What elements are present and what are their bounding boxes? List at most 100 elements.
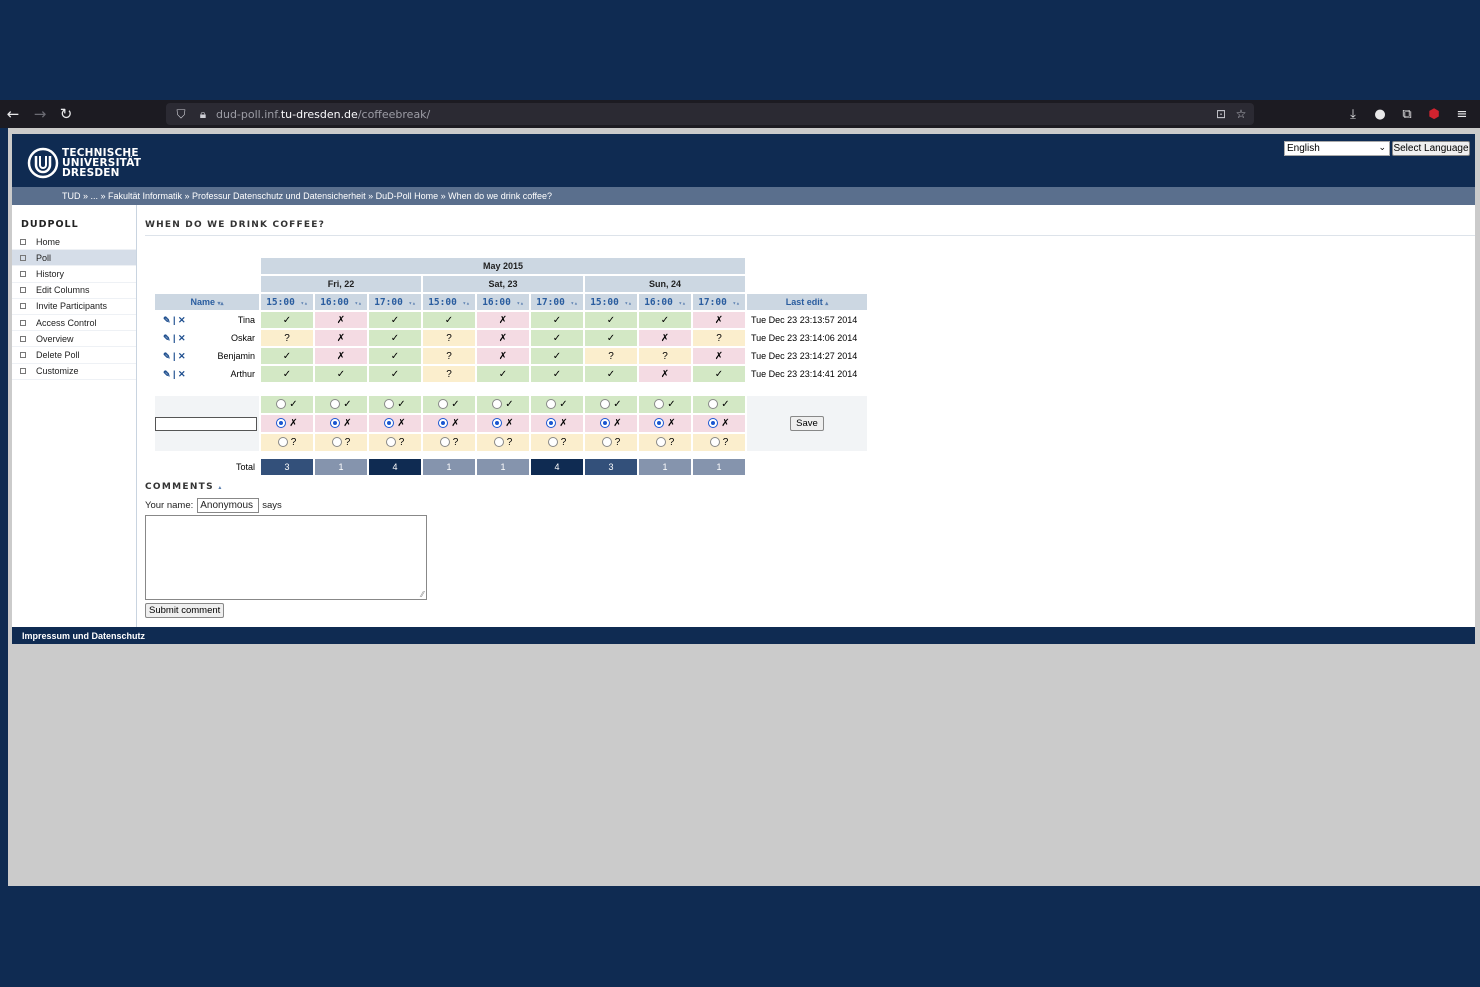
sidebar-item-overview[interactable]: Overview [12, 331, 136, 348]
option-no-cell[interactable]: ✗ [315, 415, 367, 432]
time-column-header[interactable]: 15:00 ▾▴ [423, 294, 475, 310]
option-maybe-cell[interactable]: ? [639, 434, 691, 451]
radio-button[interactable] [331, 437, 342, 448]
reload-icon[interactable]: ↻ [53, 101, 79, 127]
sort-arrows-icon[interactable]: ▾▴ [218, 301, 224, 307]
option-maybe-cell[interactable]: ? [531, 434, 583, 451]
sort-arrows-icon[interactable]: ▾▴ [625, 300, 632, 307]
download-icon[interactable]: ⤓ [1342, 103, 1364, 125]
sort-arrows-icon[interactable]: ▾▴ [409, 300, 416, 307]
option-maybe-cell[interactable]: ? [693, 434, 745, 451]
option-no-cell[interactable]: ✗ [261, 415, 313, 432]
sidebar-item-invite-participants[interactable]: Invite Participants [12, 299, 136, 315]
radio-button[interactable] [384, 418, 395, 429]
time-column-header[interactable]: 16:00 ▾▴ [477, 294, 529, 310]
option-maybe-cell[interactable]: ? [369, 434, 421, 451]
radio-button[interactable] [708, 418, 719, 429]
menu-icon[interactable]: ≡ [1451, 103, 1473, 125]
option-no-cell[interactable]: ✗ [639, 415, 691, 432]
radio-button[interactable] [385, 437, 396, 448]
radio-button[interactable] [708, 399, 719, 410]
time-column-header[interactable]: 15:00 ▾▴ [261, 294, 313, 310]
sidebar-item-home[interactable]: Home [12, 234, 136, 251]
time-column-header[interactable]: 17:00 ▾▴ [369, 294, 421, 310]
sidebar-item-poll[interactable]: Poll [12, 250, 136, 267]
option-maybe-cell[interactable]: ? [315, 434, 367, 451]
option-yes-cell[interactable]: ✓ [261, 396, 313, 413]
sidebar-item-delete-poll[interactable]: Delete Poll [12, 347, 136, 364]
option-yes-cell[interactable]: ✓ [315, 396, 367, 413]
footer-link[interactable]: Impressum und Datenschutz [12, 627, 1475, 644]
radio-button[interactable] [330, 418, 341, 429]
radio-button[interactable] [654, 418, 665, 429]
select-language-button[interactable]: Select Language [1392, 141, 1470, 156]
name-column-header[interactable]: Name ▾▴ [155, 294, 259, 310]
option-maybe-cell[interactable]: ? [585, 434, 637, 451]
ublock-icon[interactable]: ⬢ [1423, 103, 1445, 125]
bookmark-star-icon[interactable]: ☆ [1234, 107, 1248, 121]
comment-name-input[interactable]: Anonymous [197, 498, 260, 513]
option-no-cell[interactable]: ✗ [369, 415, 421, 432]
radio-button[interactable] [655, 437, 666, 448]
radio-button[interactable] [438, 418, 449, 429]
sort-arrows-icon[interactable]: ▾▴ [355, 300, 362, 307]
sort-arrows-icon[interactable]: ▾▴ [733, 300, 740, 307]
option-yes-cell[interactable]: ✓ [639, 396, 691, 413]
option-yes-cell[interactable]: ✓ [531, 396, 583, 413]
sidebar-item-edit-columns[interactable]: Edit Columns [12, 283, 136, 299]
save-button[interactable]: Save [790, 416, 824, 431]
radio-button[interactable] [492, 399, 503, 410]
radio-button[interactable] [546, 399, 557, 410]
option-no-cell[interactable]: ✗ [423, 415, 475, 432]
option-no-cell[interactable]: ✗ [531, 415, 583, 432]
time-column-header[interactable]: 17:00 ▾▴ [693, 294, 745, 310]
radio-button[interactable] [276, 399, 287, 410]
option-no-cell[interactable]: ✗ [477, 415, 529, 432]
radio-button[interactable] [547, 437, 558, 448]
language-select[interactable]: English ⌄ [1284, 141, 1390, 156]
time-column-header[interactable]: 16:00 ▾▴ [639, 294, 691, 310]
option-maybe-cell[interactable]: ? [423, 434, 475, 451]
edit-delete-icon[interactable]: ✎ | ✕ [155, 333, 186, 344]
url-bar[interactable]: ⛉ 🔒︎ dud-poll.inf.tu-dresden.de/coffeebr… [166, 103, 1254, 125]
time-column-header[interactable]: 16:00 ▾▴ [315, 294, 367, 310]
edit-delete-icon[interactable]: ✎ | ✕ [155, 369, 186, 380]
sort-arrow-icon[interactable]: ▴ [218, 484, 222, 491]
radio-button[interactable] [438, 399, 449, 410]
option-no-cell[interactable]: ✗ [693, 415, 745, 432]
submit-comment-button[interactable]: Submit comment [145, 603, 225, 618]
radio-button[interactable] [600, 399, 611, 410]
radio-button[interactable] [654, 399, 665, 410]
radio-button[interactable] [277, 437, 288, 448]
edit-delete-icon[interactable]: ✎ | ✕ [155, 315, 186, 326]
sort-arrows-icon[interactable]: ▾▴ [571, 300, 578, 307]
edit-delete-icon[interactable]: ✎ | ✕ [155, 351, 186, 362]
radio-button[interactable] [546, 418, 557, 429]
sort-arrows-icon[interactable]: ▾▴ [463, 300, 470, 307]
radio-button[interactable] [492, 418, 503, 429]
sidebar-item-customize[interactable]: Customize [12, 364, 136, 380]
sort-arrows-icon[interactable]: ▾▴ [679, 300, 686, 307]
option-maybe-cell[interactable]: ? [261, 434, 313, 451]
account-icon[interactable]: ● [1369, 103, 1391, 125]
sidebar-item-access-control[interactable]: Access Control [12, 315, 136, 332]
reader-view-icon[interactable]: ⊡ [1214, 107, 1228, 121]
sort-arrow-icon[interactable]: ▴ [825, 301, 828, 307]
time-column-header[interactable]: 15:00 ▾▴ [585, 294, 637, 310]
forward-icon[interactable]: → [27, 101, 53, 127]
radio-button[interactable] [709, 437, 720, 448]
option-maybe-cell[interactable]: ? [477, 434, 529, 451]
sort-arrows-icon[interactable]: ▾▴ [301, 300, 308, 307]
option-yes-cell[interactable]: ✓ [477, 396, 529, 413]
sort-arrows-icon[interactable]: ▾▴ [517, 300, 524, 307]
radio-button[interactable] [601, 437, 612, 448]
radio-button[interactable] [493, 437, 504, 448]
back-icon[interactable]: ← [0, 101, 26, 127]
radio-button[interactable] [439, 437, 450, 448]
radio-button[interactable] [276, 418, 287, 429]
tu-dresden-logo[interactable]: TECHNISCHE UNIVERSITÄT DRESDEN [27, 147, 141, 179]
option-yes-cell[interactable]: ✓ [369, 396, 421, 413]
time-column-header[interactable]: 17:00 ▾▴ [531, 294, 583, 310]
participant-name-input[interactable] [155, 416, 257, 431]
breadcrumb[interactable]: TUD » ... » Fakultät Informatik » Profes… [12, 187, 1475, 205]
